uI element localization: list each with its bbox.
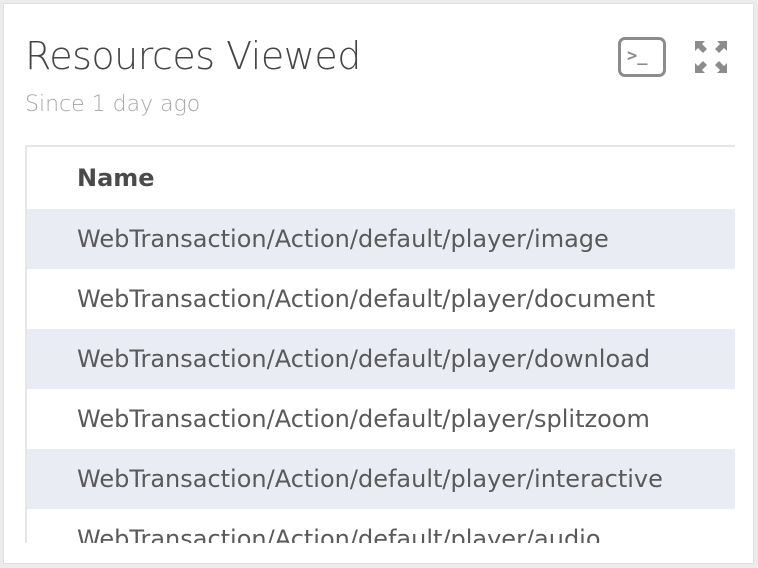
expand-icon[interactable] <box>693 39 729 75</box>
table-row[interactable]: WebTransaction/Action/default/player/aud… <box>27 509 735 543</box>
widget-title: Resources Viewed <box>25 34 361 78</box>
resources-viewed-widget: Resources Viewed Since 1 day ago >_ Name… <box>3 3 754 564</box>
column-header-name[interactable]: Name <box>27 147 735 209</box>
table-row[interactable]: WebTransaction/Action/default/player/int… <box>27 449 735 509</box>
resources-table: Name WebTransaction/Action/default/playe… <box>25 145 735 543</box>
widget-subtitle: Since 1 day ago <box>25 92 201 117</box>
table-row[interactable]: WebTransaction/Action/default/player/spl… <box>27 389 735 449</box>
table-row[interactable]: WebTransaction/Action/default/player/dow… <box>27 329 735 389</box>
table-row[interactable]: WebTransaction/Action/default/player/doc… <box>27 269 735 329</box>
terminal-icon[interactable]: >_ <box>618 37 666 77</box>
table-row[interactable]: WebTransaction/Action/default/player/ima… <box>27 209 735 269</box>
